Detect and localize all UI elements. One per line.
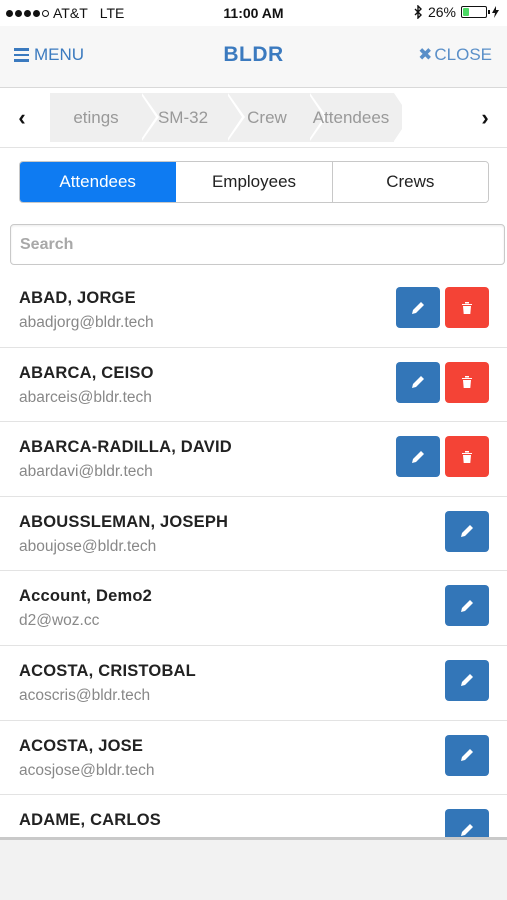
close-icon: ✖: [418, 45, 433, 64]
trash-icon: [462, 301, 472, 314]
pencil-icon: [412, 301, 424, 314]
edit-button[interactable]: [445, 809, 489, 838]
close-button[interactable]: ✖ CLOSE: [418, 45, 492, 65]
person-email: abarceis@bldr.tech: [19, 388, 152, 406]
pencil-icon: [461, 823, 473, 836]
tab-employees[interactable]: Employees: [176, 162, 333, 202]
hamburger-icon: [14, 48, 29, 62]
list-item[interactable]: ABARCA, CEISO abarceis@bldr.tech: [0, 348, 507, 423]
pencil-icon: [412, 450, 424, 463]
trash-icon: [462, 450, 472, 463]
delete-button[interactable]: [445, 287, 489, 328]
delete-button[interactable]: [445, 361, 489, 403]
list-item[interactable]: Account, Demo2 d2@woz.cc: [0, 571, 507, 646]
person-email: abadjorg@bldr.tech: [19, 314, 154, 331]
attendee-list: ABAD, JORGE abadjorg@bldr.tech ABARCA, C…: [0, 273, 507, 838]
pencil-icon: [412, 376, 424, 389]
chevron-right-icon[interactable]: ›: [475, 105, 495, 130]
pencil-icon: [461, 525, 473, 538]
breadcrumb: ‹ Attendees Crew SM-32 etings ›: [0, 88, 507, 148]
tab-attendees[interactable]: Attendees: [20, 162, 177, 202]
person-name: ABAD, JORGE: [19, 289, 136, 307]
person-name: ACOSTA, CRISTOBAL: [19, 661, 196, 680]
list-item[interactable]: ABOUSSLEMAN, JOSEPH aboujose@bldr.tech: [0, 497, 507, 572]
menu-button[interactable]: MENU: [14, 45, 84, 65]
battery-percent: 26%: [427, 4, 456, 20]
person-name: ADAME, CARLOS: [19, 811, 161, 830]
nav-header: MENU BLDR ✖ CLOSE: [0, 26, 507, 88]
status-left: AT&T LTE: [6, 5, 124, 21]
edit-button[interactable]: [396, 287, 440, 328]
edit-button[interactable]: [445, 585, 489, 627]
breadcrumb-item-meetings[interactable]: etings: [50, 93, 159, 142]
network-label: LTE: [99, 5, 125, 21]
pencil-icon: [461, 674, 473, 687]
edit-button[interactable]: [445, 659, 489, 701]
person-name: ABARCA-RADILLA, DAVID: [19, 438, 232, 457]
list-item[interactable]: ADAME, CARLOS: [0, 795, 507, 838]
search-input[interactable]: [10, 224, 505, 265]
person-name: ABOUSSLEMAN, JOSEPH: [19, 512, 229, 531]
person-email: acosjose@bldr.tech: [19, 761, 155, 779]
person-name: ABARCA, CEISO: [19, 363, 154, 382]
delete-button[interactable]: [445, 436, 489, 478]
list-item[interactable]: ABARCA-RADILLA, DAVID abardavi@bldr.tech: [0, 422, 507, 497]
footer-area: [0, 840, 507, 900]
edit-button[interactable]: [445, 510, 489, 552]
carrier-label: AT&T: [53, 5, 88, 21]
edit-button[interactable]: [445, 734, 489, 776]
list-item[interactable]: ABAD, JORGE abadjorg@bldr.tech: [0, 273, 507, 348]
close-label: CLOSE: [434, 45, 492, 64]
person-email: d2@woz.cc: [19, 612, 100, 630]
list-item[interactable]: ACOSTA, JOSE acosjose@bldr.tech: [0, 721, 507, 796]
status-bar: AT&T LTE 11:00 AM 26%: [0, 0, 507, 26]
person-name: ACOSTA, JOSE: [19, 736, 144, 755]
tab-crews[interactable]: Crews: [332, 162, 488, 202]
tab-bar: Attendees Employees Crews: [19, 161, 489, 203]
charging-bolt-icon: [492, 6, 499, 18]
person-email: acoscris@bldr.tech: [19, 686, 151, 704]
person-email: abardavi@bldr.tech: [19, 463, 153, 481]
signal-strength-icon: [6, 9, 49, 17]
pencil-icon: [461, 599, 473, 612]
person-email: aboujose@bldr.tech: [19, 537, 157, 555]
edit-button[interactable]: [396, 436, 440, 478]
trash-icon: [462, 376, 472, 389]
bluetooth-icon: [414, 5, 422, 19]
breadcrumb-track: Attendees Crew SM-32 etings: [50, 93, 402, 142]
status-right: 26%: [414, 4, 499, 20]
battery-level-fill: [463, 8, 469, 16]
pencil-icon: [461, 749, 473, 762]
list-item[interactable]: ACOSTA, CRISTOBAL acoscris@bldr.tech: [0, 646, 507, 721]
menu-label: MENU: [34, 45, 85, 64]
chevron-left-icon[interactable]: ‹: [12, 105, 32, 130]
battery-icon: [461, 6, 490, 18]
person-name: Account, Demo2: [19, 587, 152, 606]
edit-button[interactable]: [396, 361, 440, 403]
